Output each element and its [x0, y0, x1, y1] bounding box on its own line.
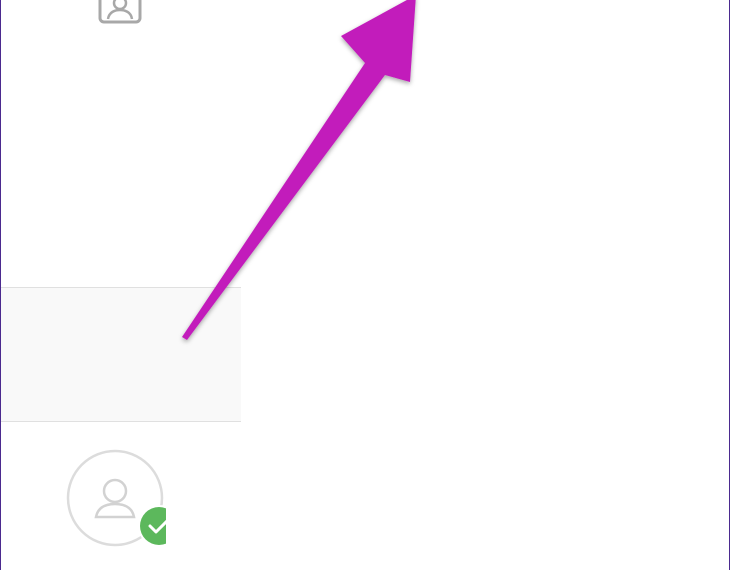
sidebar — [1, 0, 241, 570]
main-content — [241, 0, 729, 570]
selected-row[interactable] — [1, 288, 241, 422]
app-window — [0, 0, 730, 570]
contacts-panel[interactable] — [1, 0, 241, 288]
avatar[interactable] — [66, 449, 166, 549]
contact-card-icon[interactable] — [98, 0, 144, 24]
